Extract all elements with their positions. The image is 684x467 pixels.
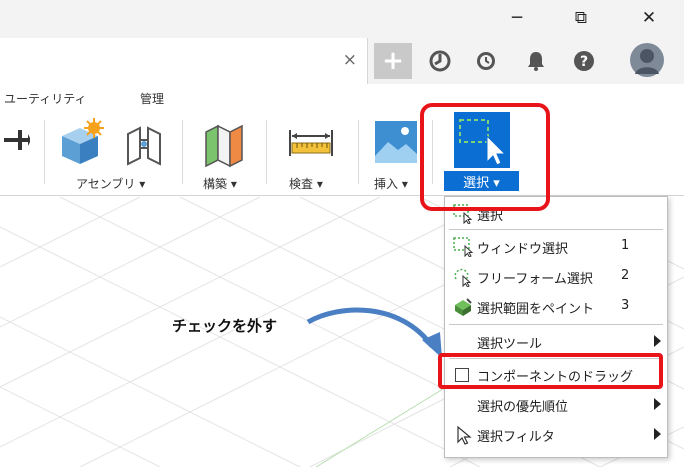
ribbon-toolbar: ユーティリティ 管理 アセンブリ ▾ 構築 ▾ 検査 ▾ 挿入 ▾ — [0, 84, 684, 196]
construct-plane-icon[interactable] — [202, 118, 246, 170]
annotation-text: チェックを外す — [172, 317, 278, 335]
shortcut-key: 3 — [621, 298, 630, 313]
select-highlight — [420, 103, 550, 211]
menu-item-label: 選択ツール — [477, 337, 543, 352]
assemble-group-label[interactable]: アセンブリ ▾ — [76, 175, 145, 192]
cursor-icon — [457, 425, 472, 445]
user-avatar[interactable] — [628, 41, 666, 79]
freeform-select-icon — [454, 268, 472, 287]
menu-item-label: 選択の優先順位 — [477, 400, 569, 415]
notifications-icon[interactable] — [522, 47, 550, 75]
menu-item-freeform-select[interactable]: フリーフォーム選択 2 — [445, 262, 667, 292]
joint-icon[interactable] — [122, 120, 168, 168]
insert-image-icon[interactable] — [374, 120, 418, 164]
divider — [358, 120, 359, 184]
select-dropdown-menu: 選択 ウィンドウ選択 1 フリーフォーム選択 2 選択範囲をペイント 3 選択ツ… — [444, 196, 668, 458]
menu-item-selection-filter[interactable]: 選択フィルタ — [445, 420, 667, 450]
menu-divider — [449, 229, 663, 230]
ribbon-tab-manage[interactable]: 管理 — [140, 90, 164, 107]
insert-group-label[interactable]: 挿入 ▾ — [374, 175, 408, 192]
construct-group-label[interactable]: 構築 ▾ — [203, 175, 237, 192]
ribbon-tab-utilities[interactable]: ユーティリティ — [4, 90, 87, 107]
shortcut-key: 2 — [621, 268, 630, 283]
svg-text:?: ? — [580, 54, 588, 70]
paint-select-icon — [455, 298, 472, 316]
window-select-icon — [453, 237, 473, 257]
document-tab[interactable]: × — [0, 38, 368, 84]
menu-item-paint-select[interactable]: 選択範囲をペイント 3 — [445, 292, 667, 322]
tab-bar: × + ? — [0, 38, 684, 84]
menu-item-label: フリーフォーム選択 — [477, 272, 593, 287]
measure-icon[interactable] — [288, 126, 334, 160]
menu-item-label: 選択範囲をペイント — [477, 302, 595, 317]
annotation-arrow — [306, 307, 442, 358]
submenu-arrow-icon — [654, 428, 661, 440]
new-tab-button[interactable]: + — [374, 43, 412, 79]
menu-item-label: ウィンドウ選択 — [477, 242, 569, 257]
menu-divider — [449, 324, 663, 325]
move-icon[interactable] — [0, 120, 30, 160]
help-icon[interactable]: ? — [570, 47, 598, 75]
close-window-button[interactable]: ✕ — [626, 4, 672, 32]
menu-item-label: 選択フィルタ — [477, 430, 555, 445]
menu-item-window-select[interactable]: ウィンドウ選択 1 — [445, 232, 667, 262]
menu-item-selection-priority[interactable]: 選択の優先順位 — [445, 390, 667, 420]
divider — [44, 120, 45, 184]
divider — [266, 120, 267, 184]
submenu-arrow-icon — [654, 335, 661, 347]
maximize-button[interactable]: ⧉ — [558, 4, 604, 32]
new-component-icon[interactable] — [56, 118, 106, 168]
title-bar: ─ ⧉ ✕ — [0, 0, 684, 38]
submenu-arrow-icon — [654, 398, 661, 410]
close-tab-icon[interactable]: × — [343, 50, 357, 70]
divider — [182, 120, 183, 184]
history-icon[interactable] — [472, 47, 500, 75]
inspect-group-label[interactable]: 検査 ▾ — [289, 175, 323, 192]
shortcut-key: 1 — [621, 238, 630, 253]
minimize-button[interactable]: ─ — [494, 4, 540, 32]
job-status-icon[interactable] — [426, 47, 454, 75]
component-drag-highlight — [438, 353, 663, 389]
